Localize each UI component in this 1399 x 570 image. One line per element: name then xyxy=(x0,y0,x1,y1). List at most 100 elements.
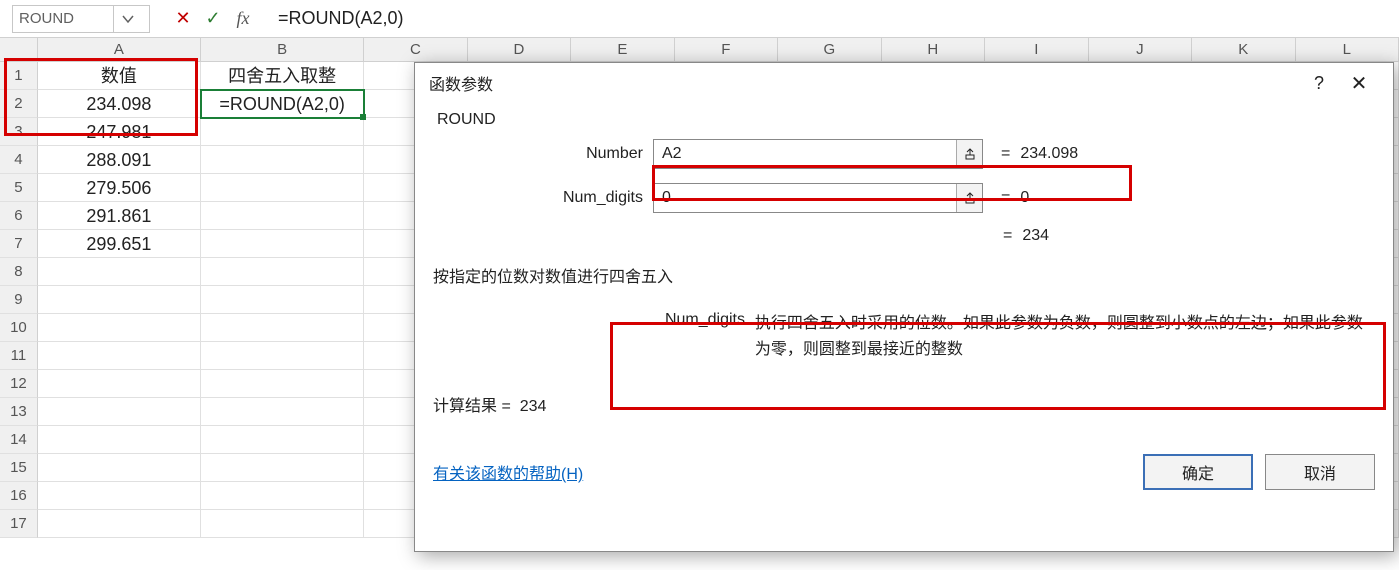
param-description: Num_digits 执行四舍五入时采用的位数。如果此参数为负数，则圆整到小数点… xyxy=(631,311,1375,362)
cell[interactable] xyxy=(201,118,364,146)
select-all-corner[interactable] xyxy=(0,38,38,62)
col-header-k[interactable]: K xyxy=(1192,38,1295,62)
cell[interactable] xyxy=(201,314,364,342)
col-header-d[interactable]: D xyxy=(468,38,571,62)
col-header-c[interactable]: C xyxy=(364,38,467,62)
arg-label-numdigits: Num_digits xyxy=(433,189,653,207)
dialog-titlebar[interactable]: 函数参数 ? ✕ xyxy=(415,63,1393,103)
cell[interactable]: 数值 xyxy=(38,62,201,90)
dialog-footer: 有关该函数的帮助(H) 确定 取消 xyxy=(415,454,1393,508)
row-header[interactable]: 5 xyxy=(0,174,38,202)
arg-input-numdigits[interactable] xyxy=(654,184,956,212)
arg-result-number: =234.098 xyxy=(983,145,1078,163)
arg-input-wrap-number xyxy=(653,139,983,169)
cell[interactable] xyxy=(38,286,201,314)
help-icon[interactable]: ? xyxy=(1299,73,1339,94)
cell[interactable] xyxy=(38,426,201,454)
range-select-icon[interactable] xyxy=(956,140,982,168)
cell[interactable]: 288.091 xyxy=(38,146,201,174)
cell[interactable]: 279.506 xyxy=(38,174,201,202)
cancel-button[interactable]: 取消 xyxy=(1265,454,1375,490)
row-header[interactable]: 10 xyxy=(0,314,38,342)
dialog-title: 函数参数 xyxy=(429,71,1299,95)
col-header-b[interactable]: B xyxy=(201,38,364,62)
cell[interactable] xyxy=(38,454,201,482)
cell[interactable]: 四舍五入取整 xyxy=(201,62,364,90)
row-header[interactable]: 9 xyxy=(0,286,38,314)
cell[interactable] xyxy=(201,174,364,202)
range-select-icon[interactable] xyxy=(956,184,982,212)
ok-button[interactable]: 确定 xyxy=(1143,454,1253,490)
name-box-input[interactable] xyxy=(13,10,113,27)
row-header[interactable]: 17 xyxy=(0,510,38,538)
overall-result: =234 xyxy=(1003,227,1375,245)
active-cell[interactable]: =ROUND(A2,0) xyxy=(201,90,364,118)
row-header[interactable]: 11 xyxy=(0,342,38,370)
cell[interactable] xyxy=(201,146,364,174)
cell[interactable] xyxy=(201,482,364,510)
col-header-j[interactable]: J xyxy=(1089,38,1192,62)
cell[interactable] xyxy=(38,370,201,398)
cell[interactable] xyxy=(38,510,201,538)
cell[interactable]: 299.651 xyxy=(38,230,201,258)
cell[interactable] xyxy=(201,286,364,314)
cell[interactable]: 234.098 xyxy=(38,90,201,118)
cell[interactable] xyxy=(38,398,201,426)
cell[interactable] xyxy=(201,258,364,286)
col-header-a[interactable]: A xyxy=(38,38,201,62)
arg-label-number: Number xyxy=(433,145,653,163)
row-header[interactable]: 6 xyxy=(0,202,38,230)
function-description: 按指定的位数对数值进行四舍五入 xyxy=(433,263,1375,287)
row-header[interactable]: 12 xyxy=(0,370,38,398)
fx-icon[interactable]: fx xyxy=(228,5,258,33)
row-header[interactable]: 8 xyxy=(0,258,38,286)
function-name: ROUND xyxy=(437,111,1375,129)
cell[interactable]: 247.981 xyxy=(38,118,201,146)
cell[interactable] xyxy=(201,370,364,398)
row-header[interactable]: 1 xyxy=(0,62,38,90)
cell[interactable] xyxy=(201,398,364,426)
column-headers: A B C D E F G H I J K L xyxy=(0,38,1399,62)
name-box-dropdown-icon[interactable] xyxy=(113,6,141,32)
row-header[interactable]: 2 xyxy=(0,90,38,118)
close-icon[interactable]: ✕ xyxy=(1339,71,1379,96)
function-arguments-dialog: 函数参数 ? ✕ ROUND Number =234.098 Num_digit… xyxy=(414,62,1394,552)
param-desc-text: 执行四舍五入时采用的位数。如果此参数为负数，则圆整到小数点的左边；如果此参数为零… xyxy=(755,311,1375,362)
col-header-f[interactable]: F xyxy=(675,38,778,62)
cell[interactable] xyxy=(38,314,201,342)
row-header[interactable]: 4 xyxy=(0,146,38,174)
col-header-g[interactable]: G xyxy=(778,38,881,62)
row-header[interactable]: 3 xyxy=(0,118,38,146)
row-header[interactable]: 16 xyxy=(0,482,38,510)
col-header-e[interactable]: E xyxy=(571,38,674,62)
col-header-i[interactable]: I xyxy=(985,38,1088,62)
formula-bar-buttons: ✕ ✓ fx xyxy=(158,5,268,33)
row-header[interactable]: 7 xyxy=(0,230,38,258)
arg-input-wrap-numdigits xyxy=(653,183,983,213)
formula-bar: ✕ ✓ fx xyxy=(0,0,1399,38)
cell[interactable] xyxy=(201,454,364,482)
row-header[interactable]: 14 xyxy=(0,426,38,454)
help-link[interactable]: 有关该函数的帮助(H) xyxy=(433,460,583,484)
cell[interactable] xyxy=(38,482,201,510)
calc-result: 计算结果 = 234 xyxy=(433,392,1375,416)
arg-row-number: Number =234.098 xyxy=(433,139,1375,169)
arg-result-numdigits: =0 xyxy=(983,189,1029,207)
cancel-icon[interactable]: ✕ xyxy=(168,5,198,33)
cell[interactable] xyxy=(201,202,364,230)
row-header[interactable]: 15 xyxy=(0,454,38,482)
cell[interactable] xyxy=(201,342,364,370)
col-header-h[interactable]: H xyxy=(882,38,985,62)
enter-icon[interactable]: ✓ xyxy=(198,5,228,33)
arg-input-number[interactable] xyxy=(654,140,956,168)
cell[interactable]: 291.861 xyxy=(38,202,201,230)
cell[interactable] xyxy=(38,258,201,286)
formula-input[interactable] xyxy=(268,8,1399,29)
cell[interactable] xyxy=(38,342,201,370)
row-header[interactable]: 13 xyxy=(0,398,38,426)
cell[interactable] xyxy=(201,426,364,454)
name-box[interactable] xyxy=(12,5,150,33)
cell[interactable] xyxy=(201,510,364,538)
cell[interactable] xyxy=(201,230,364,258)
col-header-l[interactable]: L xyxy=(1296,38,1399,62)
